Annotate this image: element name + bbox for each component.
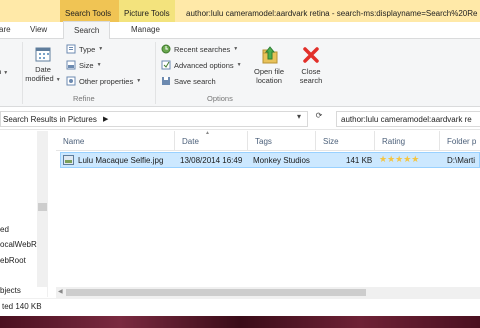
file-tags: Monkey Studios (253, 156, 310, 165)
address-bar[interactable]: Search Results in Pictures ▶ (0, 111, 308, 127)
desktop-background (0, 316, 480, 328)
size-button[interactable]: Size ▼ (66, 60, 102, 70)
column-size-label: Size (323, 137, 339, 146)
tab-search[interactable]: Search (63, 21, 111, 39)
type-button[interactable]: Type ▼ (66, 44, 103, 54)
address-path: Search Results in Pictures (3, 115, 97, 124)
recent-searches-icon (161, 44, 171, 54)
file-name: Lulu Macaque Selfie.jpg (78, 156, 164, 165)
other-properties-label: Other properties (79, 76, 134, 86)
search-input[interactable]: author:lulu cameramodel:aardvark re (336, 111, 480, 127)
horizontal-scrollbar[interactable]: ◀ (56, 287, 480, 298)
tab-manage[interactable]: Manage (131, 25, 160, 34)
save-search-label: Save search (174, 76, 216, 86)
column-size[interactable]: Size (315, 131, 374, 151)
tab-view[interactable]: View (30, 25, 47, 34)
nav-scrollbar[interactable] (37, 131, 48, 287)
column-name-label: Name (63, 137, 85, 146)
column-tags[interactable]: Tags (247, 131, 315, 151)
status-bar: ted 140 KB (0, 298, 480, 314)
size-label: Size (79, 60, 94, 70)
refine-group-label: Refine (73, 94, 95, 103)
calendar-icon (35, 47, 51, 62)
column-headers: Name ▲ Date Tags Size Rating Folder p (56, 130, 480, 151)
sort-indicator-icon: ▲ (205, 130, 210, 136)
nav-scroll-thumb[interactable] (38, 203, 47, 211)
picture-tools-context: Picture Tools (119, 0, 175, 22)
ribbon: n ▼ Date modified ▼ Type▼ Size▼ Other pr… (0, 39, 480, 107)
type-icon (66, 44, 76, 54)
type-label: Type (79, 44, 96, 54)
date-modified-label-2: modified ▼ (25, 74, 61, 83)
column-name[interactable]: Name (56, 131, 174, 151)
search-tools-label: Search Tools (65, 9, 112, 18)
image-file-icon (63, 155, 74, 165)
partial-button[interactable]: n ▼ (0, 67, 8, 78)
rating-stars-icon[interactable]: ★★★★★ (379, 154, 419, 165)
recent-searches-label: Recent searches (174, 44, 231, 54)
refresh-icon[interactable]: ⟳ (310, 111, 328, 125)
advanced-options-button[interactable]: Advanced options ▼ (161, 60, 242, 70)
title-bar: Search Tools Picture Tools author:lulu c… (0, 0, 480, 22)
column-date[interactable]: ▲ Date (174, 130, 247, 151)
nav-item[interactable]: ocalWebRe (0, 240, 41, 249)
nav-item[interactable]: ebRoot (0, 256, 26, 265)
column-tags-label: Tags (255, 137, 272, 146)
tab-share[interactable]: are (0, 25, 11, 34)
horizontal-scroll-thumb[interactable] (66, 289, 366, 296)
options-group-label: Options (207, 94, 233, 103)
open-file-location-button[interactable]: Open file location (246, 43, 292, 85)
ribbon-tabs: are View Search Manage (0, 21, 480, 39)
picture-tools-label: Picture Tools (124, 9, 170, 18)
breadcrumb-arrow-icon[interactable]: ▶ (103, 115, 108, 123)
file-date: 13/08/2014 16:49 (180, 156, 243, 165)
open-file-location-label-2: location (256, 76, 282, 85)
size-icon (66, 60, 76, 70)
status-text: ted 140 KB (2, 302, 42, 311)
folder-icon (262, 46, 278, 64)
ribbon-separator (155, 42, 156, 104)
file-size: 141 KB (346, 156, 373, 165)
recent-searches-button[interactable]: Recent searches ▼ (161, 44, 238, 54)
date-modified-label-1: Date (35, 65, 51, 74)
column-folder[interactable]: Folder p (439, 131, 480, 151)
search-tools-context: Search Tools (60, 0, 119, 22)
nav-item[interactable]: bjects (0, 286, 21, 295)
column-rating-label: Rating (382, 137, 406, 146)
ribbon-separator (22, 42, 23, 104)
save-search-button[interactable]: Save search (161, 76, 216, 86)
scroll-left-icon[interactable]: ◀ (58, 288, 63, 295)
file-folder: D:\Marti (447, 156, 475, 165)
close-search-label-1: Close (301, 67, 321, 76)
explorer-window: Search Tools Picture Tools author:lulu c… (0, 0, 480, 318)
properties-icon (66, 76, 76, 86)
column-rating[interactable]: Rating (374, 131, 439, 151)
date-modified-button[interactable]: Date modified ▼ (24, 45, 62, 85)
close-search-button[interactable]: Close search (294, 43, 328, 85)
other-properties-button[interactable]: Other properties ▼ (66, 76, 141, 86)
address-row: Search Results in Pictures ▶ ▾ ⟳ author:… (0, 108, 480, 130)
save-icon (162, 77, 170, 85)
close-icon (303, 47, 319, 63)
advanced-options-icon (161, 60, 171, 70)
close-search-label-2: search (299, 76, 323, 85)
search-query: author:lulu cameramodel:aardvark re (341, 115, 472, 124)
column-folder-label: Folder p (447, 137, 477, 146)
nav-item[interactable]: ed (0, 225, 9, 234)
open-file-location-label-1: Open file (253, 67, 285, 76)
table-row[interactable]: Lulu Macaque Selfie.jpg 13/08/2014 16:49… (60, 152, 480, 168)
column-date-label: Date (182, 137, 199, 146)
address-dropdown-icon[interactable]: ▾ (290, 112, 308, 126)
advanced-options-label: Advanced options (174, 60, 234, 70)
window-title: author:lulu cameramodel:aardvark retina … (186, 9, 478, 18)
